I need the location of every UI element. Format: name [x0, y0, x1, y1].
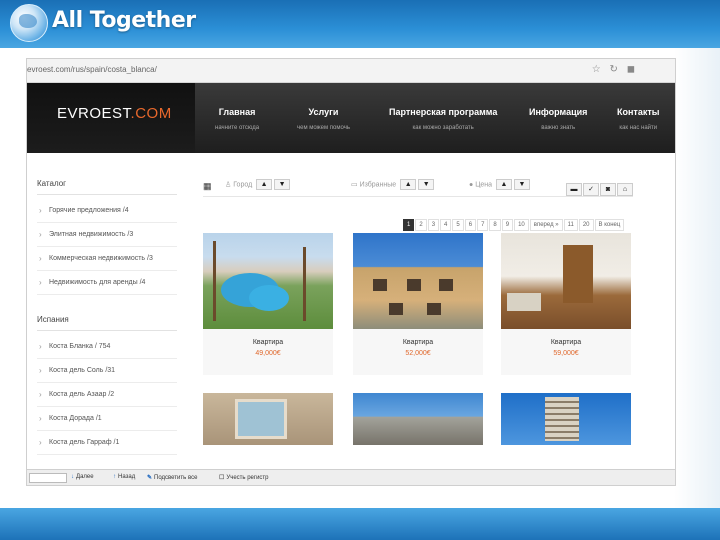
- sort-favorites: ▭ Избранные ▲ ▼: [351, 179, 435, 190]
- sort-price-down-button[interactable]: ▼: [513, 179, 530, 190]
- sidebar-item-costa-blanca[interactable]: Коста Бланка / 754: [37, 335, 177, 359]
- address-text[interactable]: evroest.com/rus/spain/costa_blanca/: [27, 65, 157, 74]
- page-content: Каталог Горячие предложения /4 Элитная н…: [27, 153, 675, 463]
- find-prev-button[interactable]: ↑ Назад: [113, 474, 135, 480]
- page-link[interactable]: 8: [489, 219, 501, 231]
- property-photo[interactable]: [501, 233, 631, 329]
- property-card[interactable]: [353, 393, 483, 445]
- nav-services[interactable]: Услуги чем можем помочь: [297, 107, 350, 131]
- property-photo[interactable]: [353, 393, 483, 445]
- sort-city-down-button[interactable]: ▼: [274, 179, 291, 190]
- property-title[interactable]: Квартира: [203, 339, 333, 346]
- slide-footer-bar: [0, 508, 720, 540]
- site-logo[interactable]: EVROEST.COM: [57, 105, 172, 122]
- home-icon[interactable]: ⌂: [617, 183, 633, 196]
- property-photo[interactable]: [203, 233, 333, 329]
- sidebar-item-costa-dorada[interactable]: Коста Дорада /1: [37, 407, 177, 431]
- arrow-down-icon: ↓: [71, 474, 74, 480]
- sidebar-item-costa-del-garraf[interactable]: Коста дель Гарраф /1: [37, 431, 177, 455]
- sidebar-item-elite[interactable]: Элитная недвижимость /3: [37, 223, 177, 247]
- property-card[interactable]: [501, 393, 631, 445]
- page-last-link[interactable]: В конец: [594, 219, 625, 231]
- page-link[interactable]: 1: [403, 219, 415, 231]
- sidebar-item-costa-del-sol[interactable]: Коста дель Соль /31: [37, 359, 177, 383]
- nav-contacts[interactable]: Контакты как нас найти: [617, 107, 659, 131]
- property-card[interactable]: [203, 393, 333, 445]
- property-title[interactable]: Квартира: [353, 339, 483, 346]
- sidebar-title-catalog: Каталог: [37, 179, 177, 195]
- browser-window: evroest.com/rus/spain/costa_blanca/ ☆ ↻ …: [26, 58, 676, 486]
- star-icon[interactable]: ☆: [592, 64, 601, 75]
- property-title[interactable]: Квартира: [501, 339, 631, 346]
- page-link[interactable]: 4: [440, 219, 452, 231]
- sidebar-title-spain: Испания: [37, 315, 177, 331]
- property-card[interactable]: Квартира 59,000€: [501, 233, 631, 375]
- check-icon[interactable]: ✓: [583, 183, 599, 196]
- checkbox-icon: ☐: [219, 475, 225, 481]
- address-bar[interactable]: evroest.com/rus/spain/costa_blanca/ ☆ ↻ …: [27, 59, 675, 83]
- property-price: 52,000€: [405, 350, 431, 357]
- page-link[interactable]: 3: [427, 219, 440, 231]
- tag-icon: ●: [469, 181, 474, 189]
- person-icon: ♙: [225, 181, 232, 189]
- property-price: 49,000€: [255, 350, 281, 357]
- sort-city: ♙ Город ▲ ▼: [225, 179, 291, 190]
- sort-price-up-button[interactable]: ▲: [495, 179, 512, 190]
- slide-brand: All Together: [52, 8, 196, 33]
- page-link[interactable]: 5: [452, 219, 464, 231]
- nav-home[interactable]: Главная начните отсюда: [215, 107, 259, 131]
- property-photo[interactable]: [501, 393, 631, 445]
- addon-icon[interactable]: ◼: [627, 64, 635, 75]
- page-link[interactable]: 11: [563, 219, 578, 231]
- sort-toolbar: ▦ ♙ Город ▲ ▼ ▭ Избранные ▲ ▼ ● Цена ▲ ▼ ▬ ✓…: [203, 175, 633, 197]
- page-link[interactable]: 6: [464, 219, 477, 231]
- find-bar: ↓ Далее ↑ Назад ✎ Подсветить все ☐ Учесть ре…: [27, 469, 675, 485]
- sidebar-item-rental[interactable]: Недвижимость для аренды /4: [37, 271, 177, 295]
- reload-icon[interactable]: ↻: [610, 64, 618, 75]
- camera-icon[interactable]: ◙: [600, 183, 616, 196]
- property-card[interactable]: Квартира 52,000€: [353, 233, 483, 375]
- slide-header: All Together: [0, 0, 720, 48]
- property-photo[interactable]: [203, 393, 333, 445]
- sort-city-up-button[interactable]: ▲: [256, 179, 273, 190]
- find-input[interactable]: [29, 473, 67, 483]
- nav-information[interactable]: Информация важно знать: [529, 107, 587, 131]
- pagination: 1 2 3 4 5 6 7 8 9 10 вперед » 11 20 В конец: [403, 219, 625, 231]
- nav-partner-program[interactable]: Партнерская программа как можно заработа…: [389, 107, 497, 131]
- list-icon[interactable]: ▬: [566, 183, 582, 196]
- page-link[interactable]: 10: [514, 219, 529, 231]
- sidebar-item-costa-del-azahar[interactable]: Коста дель Азаар /2: [37, 383, 177, 407]
- arrow-up-icon: ↑: [113, 474, 116, 480]
- property-card[interactable]: Квартира 49,000€: [203, 233, 333, 375]
- sort-favorites-down-button[interactable]: ▼: [418, 179, 435, 190]
- find-next-button[interactable]: ↓ Далее: [71, 474, 94, 480]
- page-link[interactable]: 2: [415, 219, 427, 231]
- page-next-link[interactable]: вперед »: [529, 219, 563, 231]
- match-case-checkbox[interactable]: ☐ Учесть регистр: [219, 474, 269, 481]
- sidebar-item-commercial[interactable]: Коммерческая недвижимость /3: [37, 247, 177, 271]
- folder-icon: ▭: [351, 181, 358, 189]
- main-nav: Главная начните отсюда Услуги чем можем …: [207, 107, 675, 147]
- page-link[interactable]: 9: [501, 219, 514, 231]
- sidebar-item-hot-offers[interactable]: Горячие предложения /4: [37, 199, 177, 223]
- sort-price: ● Цена ▲ ▼: [469, 179, 530, 190]
- page-link[interactable]: 7: [477, 219, 489, 231]
- sort-favorites-up-button[interactable]: ▲: [400, 179, 417, 190]
- page-link[interactable]: 20: [578, 219, 594, 231]
- sidebar: Каталог Горячие предложения /4 Элитная н…: [37, 179, 177, 455]
- slide-side-decoration: [674, 48, 720, 508]
- site-header: EVROEST.COM Главная начните отсюда Услуг…: [27, 83, 675, 153]
- property-price: 59,000€: [553, 350, 579, 357]
- highlight-icon: ✎: [147, 475, 153, 481]
- grid-icon[interactable]: ▦: [203, 181, 212, 192]
- property-photo[interactable]: [353, 233, 483, 329]
- highlight-all-button[interactable]: ✎ Подсветить все: [147, 474, 197, 481]
- globe-logo-icon: [10, 4, 48, 42]
